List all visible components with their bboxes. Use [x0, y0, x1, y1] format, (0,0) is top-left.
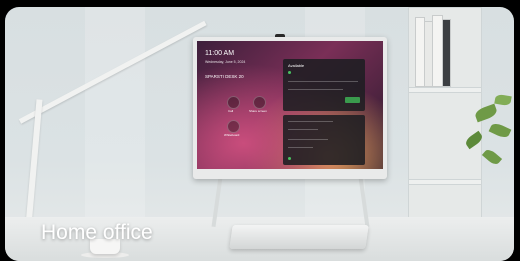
action-label: Call [228, 109, 234, 113]
share-screen-icon[interactable] [253, 96, 266, 109]
divider [288, 81, 358, 82]
shelf-board [408, 179, 482, 185]
shelf-board [408, 87, 482, 93]
divider [288, 121, 333, 122]
device-screen[interactable]: 11:00 AM Wednesday, June 5, 2024 SPARSTI… [197, 41, 383, 169]
panel-title: Available [288, 63, 305, 68]
action-label: Share screen [249, 109, 267, 113]
whiteboard-icon[interactable] [227, 120, 240, 133]
screen-time: 11:00 AM [205, 50, 235, 57]
action-button[interactable] [345, 97, 360, 103]
status-dot [288, 157, 291, 160]
photo-card[interactable]: 11:00 AM Wednesday, June 5, 2024 SPARSTI… [5, 7, 514, 261]
screen-date: Wednesday, June 5, 2024 [205, 60, 246, 64]
book [442, 19, 451, 87]
plant-leaf [494, 93, 512, 107]
plant-leaf [481, 147, 503, 167]
call-icon[interactable] [227, 96, 240, 109]
monitor: 11:00 AM Wednesday, June 5, 2024 SPARSTI… [193, 37, 387, 179]
plant-leaf [488, 121, 512, 140]
divider [288, 129, 318, 130]
divider [288, 147, 313, 148]
status-panel[interactable]: Available [283, 59, 365, 111]
divider [288, 89, 343, 90]
meetings-panel[interactable] [283, 115, 365, 165]
action-label: Whiteboard [224, 133, 240, 137]
status-dot [288, 71, 291, 74]
card-caption: Home office [41, 221, 153, 244]
hub-device [229, 225, 369, 249]
divider [288, 139, 328, 140]
screen-room-name: SPARSTI DESK 20 [205, 74, 244, 79]
